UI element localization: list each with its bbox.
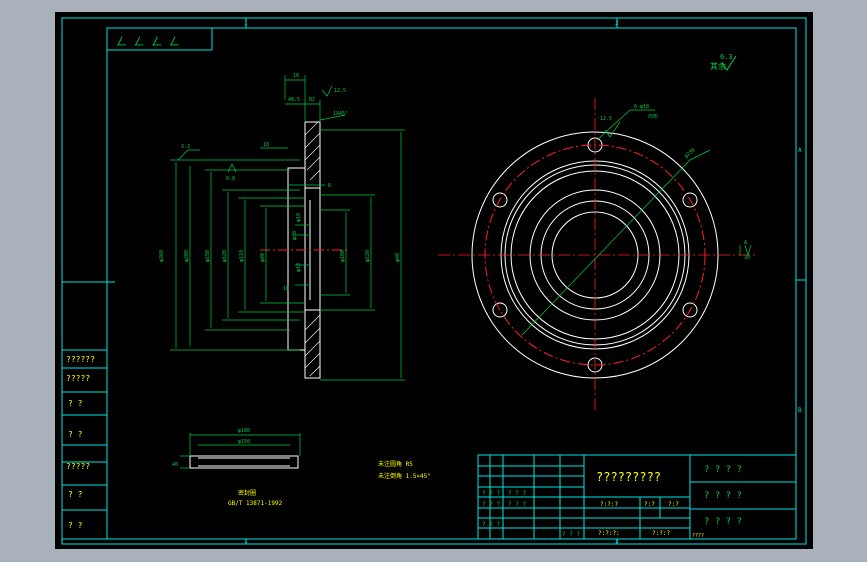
svg-text:6.3: 6.3 bbox=[720, 53, 733, 61]
svg-text:φ100: φ100 bbox=[340, 250, 346, 262]
zone-right-b: B bbox=[798, 407, 802, 414]
drawing-canvas bbox=[55, 12, 813, 549]
svg-text:? ? ?: ? ? ? bbox=[562, 531, 580, 538]
svg-text:48.5: 48.5 bbox=[288, 97, 300, 103]
corner-surface-symbols: ㄥ ㄥ ㄥ ㄥ bbox=[116, 35, 180, 48]
svg-text:0.8: 0.8 bbox=[226, 176, 235, 182]
svg-text:φ80: φ80 bbox=[260, 253, 266, 262]
left-table-row-4: ? ? bbox=[68, 430, 83, 439]
drawing-title: ????????? bbox=[596, 470, 661, 484]
tech-note-1: 未注圆角 R5 bbox=[378, 460, 413, 468]
svg-text:?:?:?:: ?:?:?: bbox=[598, 530, 620, 537]
svg-text:12.5: 12.5 bbox=[334, 88, 346, 94]
svg-text:12.5: 12.5 bbox=[600, 116, 612, 122]
seal-standard: GB/T 13871-1992 bbox=[228, 500, 283, 507]
title-cell-1: ? ? ? ? bbox=[704, 465, 742, 475]
svg-text:φ150: φ150 bbox=[205, 250, 211, 262]
zone-top-2: 2 bbox=[615, 20, 619, 27]
svg-text:均布: 均布 bbox=[648, 113, 658, 120]
title-cell-2: ? ? ? ? bbox=[704, 491, 742, 501]
left-table-row-7: ? ? bbox=[68, 521, 83, 530]
svg-text:φ18: φ18 bbox=[296, 263, 302, 272]
svg-text:φ40: φ40 bbox=[395, 253, 401, 262]
svg-text:φ120: φ120 bbox=[365, 250, 371, 262]
svg-text:A: A bbox=[744, 240, 747, 246]
svg-text:40: 40 bbox=[172, 462, 178, 468]
svg-text:φ110: φ110 bbox=[239, 250, 245, 262]
svg-text:φ200: φ200 bbox=[184, 250, 190, 262]
title-cell-3: ? ? ? ? bbox=[704, 517, 742, 527]
svg-text:? ? ?: ? ? ? bbox=[482, 490, 500, 497]
svg-text:φ150: φ150 bbox=[238, 439, 250, 445]
tech-note-2: 未注倒角 1.5×45° bbox=[378, 472, 431, 480]
svg-text:? ? ?: ? ? ? bbox=[482, 521, 500, 528]
left-table-row-6: ? ? bbox=[68, 490, 83, 499]
zone-bottom-1: 1 bbox=[244, 538, 248, 545]
svg-text:?:?:?: ?:?:? bbox=[652, 530, 670, 537]
svg-text:3.2: 3.2 bbox=[181, 144, 190, 150]
zone-top-1: 1 bbox=[244, 20, 248, 27]
svg-text:φ120: φ120 bbox=[222, 250, 228, 262]
svg-text:1X45°: 1X45° bbox=[333, 111, 348, 117]
left-table-row-3: ? ? bbox=[68, 399, 83, 408]
svg-text:10: 10 bbox=[293, 73, 299, 79]
svg-text:? ? ?: ? ? ? bbox=[508, 501, 526, 508]
title-corner: ???? bbox=[692, 533, 704, 539]
svg-text:? ? ?: ? ? ? bbox=[482, 501, 500, 508]
cad-drawing: 1 2 1 2 A B ?????? ????? ? ? ? ? ????? ?… bbox=[55, 12, 813, 549]
left-table-row-1: ?????? bbox=[66, 355, 95, 364]
svg-text:φ260: φ260 bbox=[159, 250, 165, 262]
left-table-row-2: ????? bbox=[66, 374, 90, 383]
svg-text:10: 10 bbox=[283, 286, 289, 292]
svg-text:18: 18 bbox=[263, 142, 269, 148]
svg-text:?:?: ?:? bbox=[644, 501, 655, 508]
svg-text:? ? ?: ? ? ? bbox=[508, 490, 526, 497]
svg-text:R2: R2 bbox=[309, 97, 315, 103]
svg-text:φ18: φ18 bbox=[296, 213, 302, 222]
svg-text:6: 6 bbox=[328, 183, 331, 189]
seal-name: 密封圈 bbox=[238, 489, 256, 497]
svg-text:6-φ18: 6-φ18 bbox=[634, 104, 649, 110]
left-table-row-5: ????? bbox=[66, 462, 90, 471]
svg-text:φ30: φ30 bbox=[292, 231, 298, 240]
svg-text:?:?: ?:? bbox=[668, 501, 679, 508]
svg-text:φ180: φ180 bbox=[238, 428, 250, 434]
svg-text:30: 30 bbox=[744, 255, 750, 261]
svg-text:?:?:?: ?:?:? bbox=[600, 501, 618, 508]
zone-right-a: A bbox=[798, 147, 802, 154]
